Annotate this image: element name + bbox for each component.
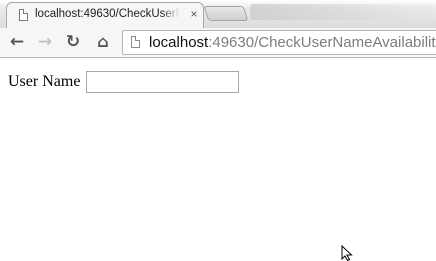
back-arrow-icon: ← (9, 31, 25, 52)
forward-button[interactable]: → (35, 32, 55, 52)
page-icon (131, 36, 140, 48)
reload-button[interactable]: ↻ (63, 32, 83, 52)
url-text: localhost:49630/CheckUserNameAvailabilit… (149, 34, 436, 51)
mouse-pointer-icon (341, 245, 353, 261)
tab-close-icon[interactable]: × (188, 7, 200, 21)
page-icon (19, 9, 28, 21)
username-label: User Name (8, 73, 81, 90)
tab-title: localhost:49630/CheckUserNameAvailabilit… (35, 8, 180, 20)
home-icon: ⌂ (97, 32, 109, 51)
address-bar[interactable]: localhost:49630/CheckUserNameAvailabilit… (122, 30, 436, 55)
username-row: User Name (8, 71, 240, 93)
browser-toolbar: ← → ↻ ⌂ localhost:49630/CheckUserNameAva… (0, 28, 436, 58)
username-input[interactable] (86, 71, 240, 93)
tab-strip: localhost:49630/CheckUserNameAvailabilit… (0, 0, 436, 28)
browser-tab-active[interactable]: localhost:49630/CheckUserNameAvailabilit… (6, 2, 204, 28)
page-content: User Name (0, 58, 436, 260)
back-button[interactable]: ← (7, 32, 27, 52)
reload-icon: ↻ (65, 31, 81, 52)
url-path: :49630/CheckUserNameAvailability (208, 34, 436, 51)
forward-arrow-icon: → (37, 31, 53, 52)
home-button[interactable]: ⌂ (93, 32, 113, 52)
new-tab-button[interactable] (203, 6, 249, 21)
url-host: localhost (149, 34, 209, 51)
tab-strip-background (250, 4, 436, 20)
